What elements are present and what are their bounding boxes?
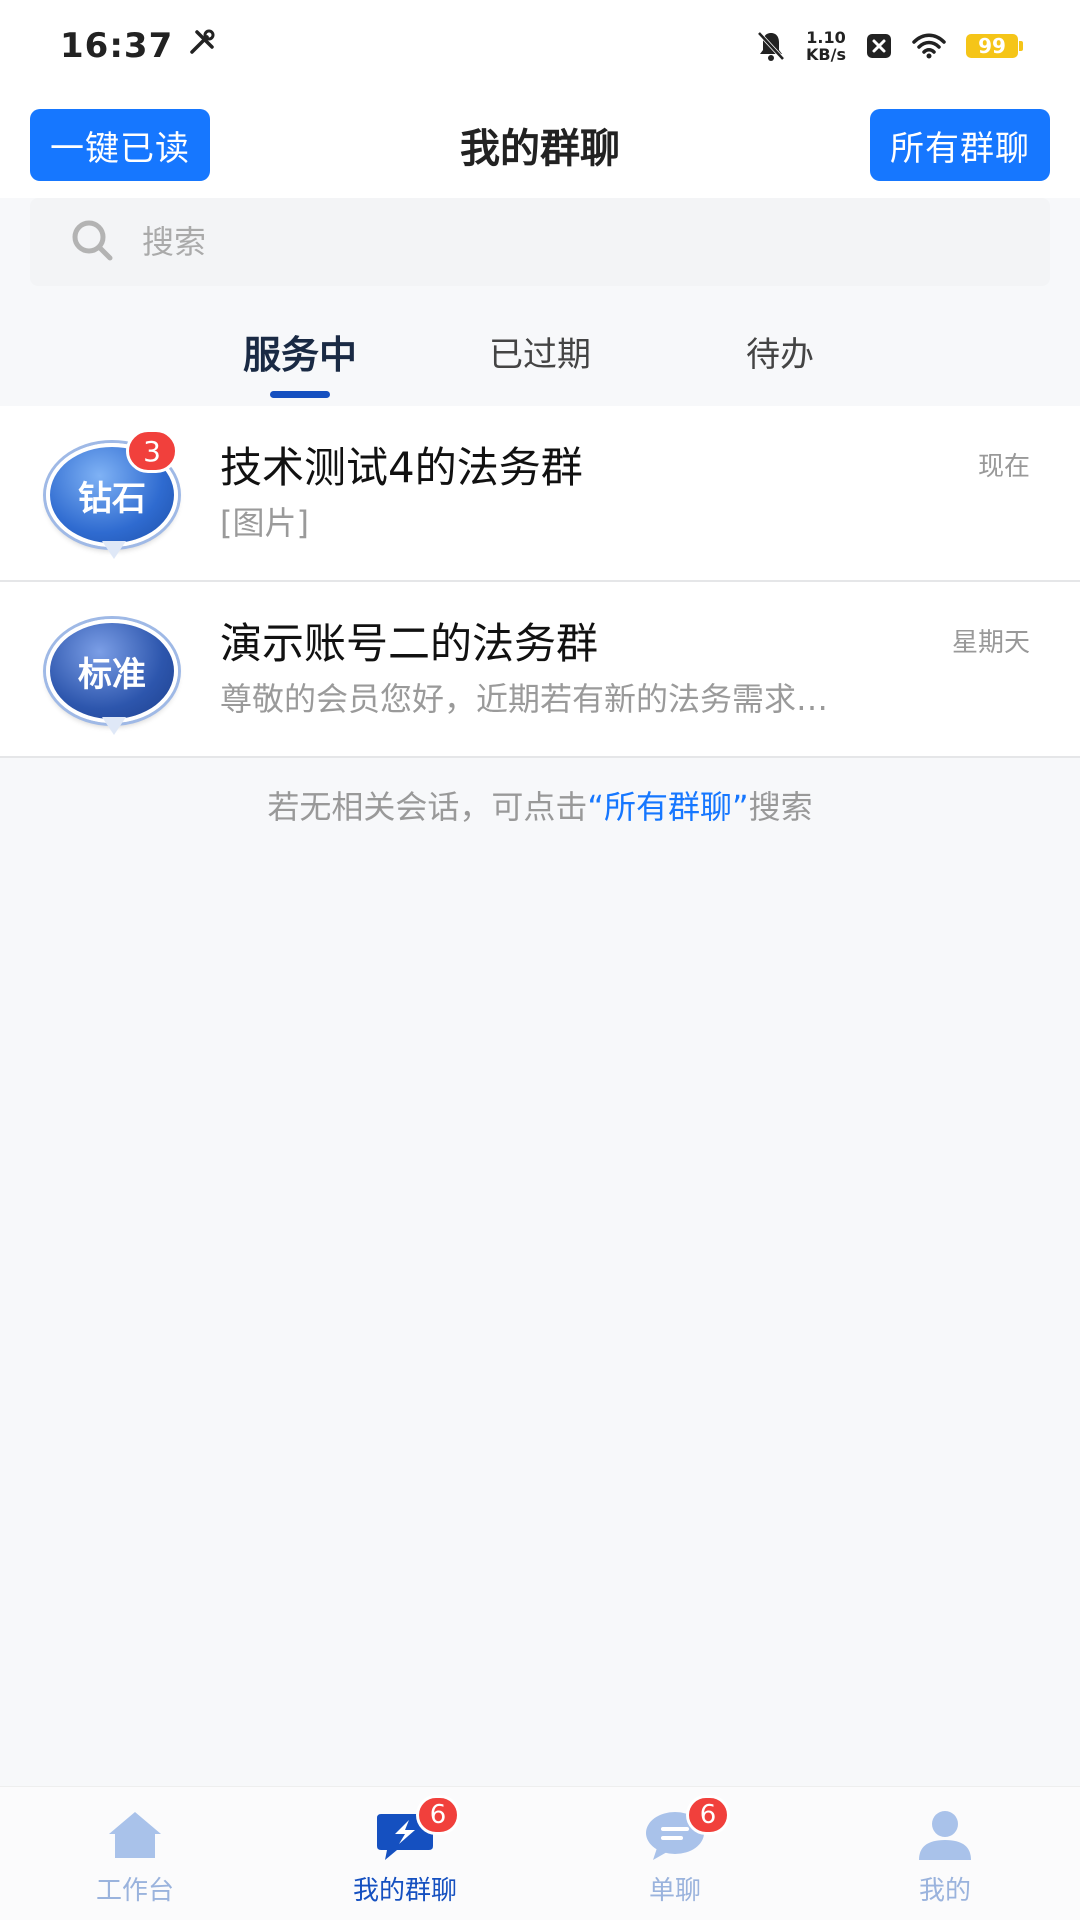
avatar-tail bbox=[102, 541, 126, 559]
tab-todo[interactable]: 待办 bbox=[660, 296, 900, 406]
nav-badge: 6 bbox=[416, 1794, 460, 1835]
nav-label: 我的 bbox=[918, 1875, 971, 1906]
chat-name: 技术测试4的法务群 bbox=[220, 443, 583, 492]
tab-bar: 服务中 已过期 待办 bbox=[0, 296, 1080, 406]
tab-in-service[interactable]: 服务中 bbox=[180, 296, 420, 406]
chat-body: 演示账号二的法务群 尊敬的会员您好，近期若有新的法务需求… bbox=[220, 617, 1030, 721]
nav-my-groups[interactable]: 我的群聊 6 bbox=[270, 1787, 540, 1920]
nav-badge: 6 bbox=[686, 1794, 730, 1835]
chat-name: 演示账号二的法务群 bbox=[220, 619, 599, 668]
chat-preview: [图片] bbox=[220, 504, 309, 542]
empty-hint: 若无相关会话，可点击“所有群聊”搜索 bbox=[0, 782, 1080, 828]
tab-expired[interactable]: 已过期 bbox=[420, 296, 660, 406]
tools-icon bbox=[187, 27, 217, 65]
hint-prefix: 若无相关会话，可点击 bbox=[267, 788, 588, 826]
chat-item[interactable]: 标准 演示账号二的法务群 尊敬的会员您好，近期若有新的法务需求… 星期天 bbox=[0, 582, 1080, 758]
avatar-standard: 标准 bbox=[46, 619, 178, 723]
home-icon bbox=[103, 1808, 167, 1862]
nav-label: 我的群聊 bbox=[352, 1875, 457, 1906]
wifi-icon bbox=[912, 33, 946, 59]
net-speed: 1.10 KB/s bbox=[806, 29, 846, 63]
net-speed-unit: KB/s bbox=[806, 45, 846, 64]
avatar-text: 标准 bbox=[78, 654, 146, 695]
search-input[interactable] bbox=[140, 222, 940, 262]
net-speed-value: 1.10 bbox=[806, 28, 846, 47]
hint-all-groups-link[interactable]: “所有群聊” bbox=[587, 788, 748, 826]
avatar-wrap: 标准 bbox=[46, 609, 182, 735]
nav-workbench[interactable]: 工作台 bbox=[0, 1787, 270, 1920]
search-box[interactable] bbox=[30, 198, 1050, 286]
status-time: 16:37 bbox=[60, 26, 174, 66]
search-bar bbox=[0, 198, 1080, 286]
chat-item[interactable]: 钻石 3 技术测试4的法务群 [图片] 现在 bbox=[0, 406, 1080, 582]
chat-time: 星期天 bbox=[951, 628, 1030, 658]
nav-label: 工作台 bbox=[95, 1875, 174, 1906]
hint-suffix: 搜索 bbox=[748, 788, 813, 826]
avatar-text: 钻石 bbox=[78, 478, 146, 519]
chat-preview: 尊敬的会员您好，近期若有新的法务需求… bbox=[220, 680, 829, 718]
sim-off-icon bbox=[866, 33, 892, 59]
status-bar: 16:37 1.10 KB/s 99 bbox=[0, 0, 1080, 92]
all-groups-button[interactable]: 所有群聊 bbox=[870, 109, 1050, 181]
status-right: 1.10 KB/s 99 bbox=[756, 29, 1023, 63]
user-icon bbox=[913, 1808, 977, 1862]
nav-label: 单聊 bbox=[648, 1875, 701, 1906]
nav-mine[interactable]: 我的 bbox=[810, 1787, 1080, 1920]
unread-badge: 3 bbox=[126, 429, 178, 473]
mute-notification-icon bbox=[756, 30, 786, 62]
avatar-wrap: 钻石 3 bbox=[46, 429, 182, 559]
header: 一键已读 我的群聊 所有群聊 bbox=[0, 92, 1080, 198]
avatar-tail bbox=[102, 717, 126, 735]
mark-all-read-button[interactable]: 一键已读 bbox=[30, 109, 210, 181]
chat-body: 技术测试4的法务群 [图片] bbox=[220, 441, 1030, 545]
page: 16:37 1.10 KB/s 99 一键已读 我的群聊 所有群聊 搜索 服务中… bbox=[0, 0, 1080, 1920]
chat-time: 现在 bbox=[977, 452, 1030, 482]
chat-list: 钻石 3 技术测试4的法务群 [图片] 现在 标准 演示账号二的法务群 尊敬的会… bbox=[0, 406, 1080, 758]
search-icon bbox=[70, 218, 114, 266]
nav-private-chat[interactable]: 单聊 6 bbox=[540, 1787, 810, 1920]
battery-indicator: 99 bbox=[966, 34, 1023, 58]
status-left: 16:37 bbox=[60, 26, 217, 66]
bottom-nav: 工作台 我的群聊 6 单聊 6 我的 bbox=[0, 1786, 1080, 1920]
